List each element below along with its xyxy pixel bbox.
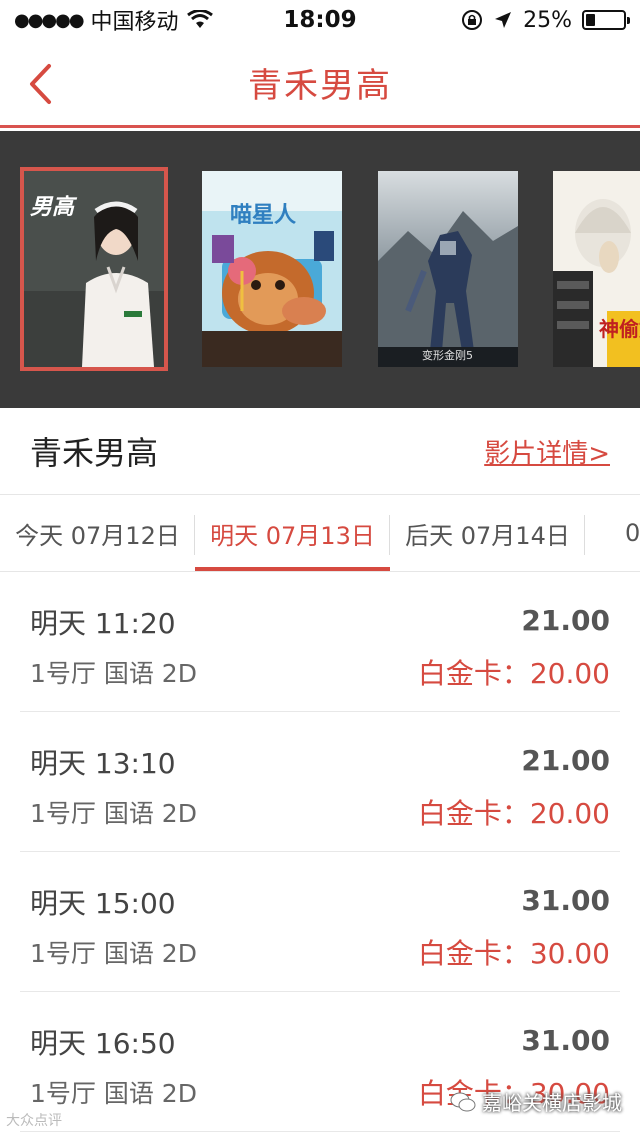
showtime-time: 明天 11:20 — [30, 607, 176, 640]
tab-label: 0 — [625, 519, 640, 547]
tab-label: 今天 07月12日 — [15, 521, 180, 550]
showtime-member-price: 白金卡：30.00 — [417, 937, 610, 970]
tab-label: 明天 07月13日 — [210, 521, 375, 550]
showtime-price: 21.00 — [521, 604, 610, 637]
status-left: ●●●●● 中国移动 — [14, 4, 213, 36]
poster-miao-xing-ren[interactable]: 喵星人 — [202, 171, 342, 367]
date-tabs: 今天 07月12日 明天 07月13日 后天 07月14日 0 — [0, 494, 640, 572]
showtime-time: 明天 13:10 — [30, 747, 176, 780]
watermark-right: 嘉峪关横店影城 — [450, 1087, 622, 1116]
showtime-row[interactable]: 明天 13:10 1号厅 国语 2D 21.00 白金卡：20.00 — [20, 712, 620, 852]
status-bar: ●●●●● 中国移动 18:09 25% — [0, 0, 640, 40]
nav-bar: 青禾男高 — [0, 40, 640, 128]
showtime-hall: 1号厅 国语 2D — [30, 799, 197, 828]
poster-title-text: 男高 — [30, 195, 75, 220]
signal-dots-icon: ●●●●● — [14, 9, 85, 31]
movie-header: 青禾男高 影片详情> — [0, 408, 640, 494]
showtime-time: 明天 15:00 — [30, 887, 176, 920]
active-tab-indicator — [195, 567, 390, 571]
showtime-hall: 1号厅 国语 2D — [30, 1079, 197, 1108]
wifi-icon — [186, 10, 213, 28]
tab-tomorrow[interactable]: 明天 07月13日 — [195, 495, 390, 571]
chevron-left-icon — [30, 64, 51, 104]
showtime-hall: 1号厅 国语 2D — [30, 939, 197, 968]
showtime-time: 明天 16:50 — [30, 1027, 176, 1060]
poster-transformers[interactable]: 变形金刚5 — [378, 171, 518, 367]
showtime-row[interactable]: 明天 15:00 1号厅 国语 2D 31.00 白金卡：30.00 — [20, 852, 620, 992]
poster-carousel[interactable]: 男高 喵星人 变形金刚5 神偷 — [0, 131, 640, 408]
poster-qinghe-nangao[interactable]: 男高 — [20, 167, 168, 371]
tab-day-after-tomorrow[interactable]: 后天 07月14日 — [390, 495, 585, 571]
showtime-price: 31.00 — [521, 1024, 610, 1057]
tab-next[interactable]: 0 — [585, 495, 640, 571]
showtime-hall: 1号厅 国语 2D — [30, 659, 197, 688]
poster-title-text: 神偷奶爸 — [599, 317, 640, 341]
watermark-left: 大众点评 — [6, 1113, 62, 1129]
location-arrow-icon — [495, 12, 512, 28]
page-title: 青禾男高 — [248, 66, 392, 106]
tab-today[interactable]: 今天 07月12日 — [0, 495, 195, 571]
back-button[interactable] — [20, 60, 60, 108]
showtime-price: 31.00 — [521, 884, 610, 917]
battery-percent: 25% — [523, 7, 572, 33]
showtime-price: 21.00 — [521, 744, 610, 777]
rotation-lock-icon — [462, 10, 483, 30]
poster-image — [378, 171, 518, 367]
showtime-row[interactable]: 明天 11:20 1号厅 国语 2D 21.00 白金卡：20.00 — [20, 572, 620, 712]
showtime-member-price: 白金卡：20.00 — [417, 797, 610, 830]
poster-title-text: 喵星人 — [230, 203, 297, 228]
movie-title: 青禾男高 — [30, 434, 159, 472]
tab-label: 后天 07月14日 — [405, 521, 570, 550]
battery-icon — [582, 10, 630, 30]
showtime-list: 明天 11:20 1号厅 国语 2D 21.00 白金卡：20.00 明天 13… — [0, 572, 640, 1132]
showtime-member-price: 白金卡：20.00 — [417, 657, 610, 690]
status-right: 25% — [461, 7, 630, 33]
movie-detail-link[interactable]: 影片详情> — [484, 433, 610, 470]
battery-fill — [586, 14, 595, 26]
poster-despicable-me[interactable]: 神偷奶爸 — [553, 171, 640, 367]
wechat-icon — [450, 1092, 476, 1111]
watermark-right-text: 嘉峪关横店影城 — [482, 1091, 622, 1115]
carrier-label: 中国移动 — [90, 10, 179, 35]
poster-title-text: 变形金刚5 — [422, 349, 473, 362]
